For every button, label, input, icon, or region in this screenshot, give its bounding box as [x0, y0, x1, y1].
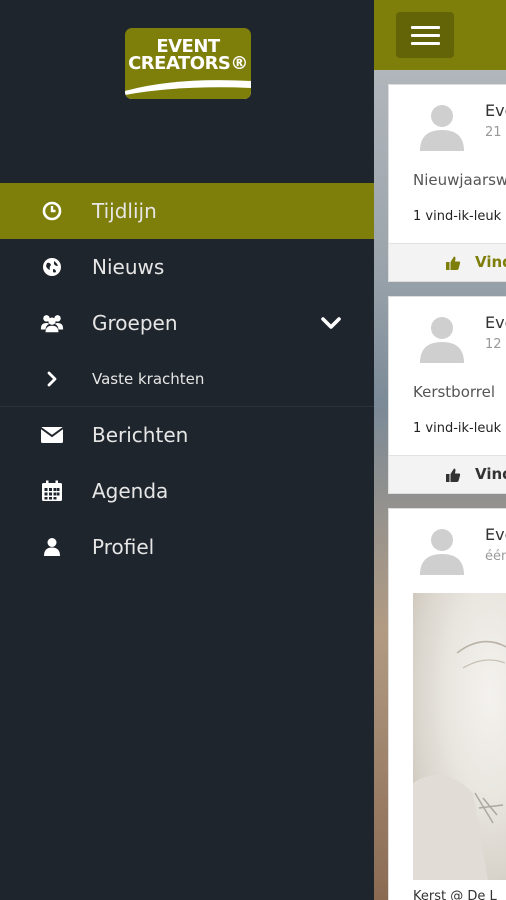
menu-item-tijdlijn[interactable]: Tijdlijn — [0, 183, 374, 239]
feed-post: Eve 21 o Nieuwjaarsw 1 vind-ik-leuk Vind — [388, 84, 506, 282]
drawer-menu: Tijdlijn Nieuws Groepen Vaste krachten B… — [0, 183, 374, 575]
menu-label-nieuws: Nieuws — [92, 255, 165, 279]
post-date: één — [485, 549, 506, 564]
post-likes-count: 1 vind-ik-leuk — [413, 421, 502, 436]
post-author[interactable]: Eve — [485, 313, 506, 332]
menu-label-tijdlijn: Tijdlijn — [92, 199, 157, 223]
post-author[interactable]: Eve — [485, 101, 506, 120]
like-button[interactable]: Vind — [475, 253, 506, 271]
post-author[interactable]: Eve — [485, 525, 506, 544]
post-photo[interactable] — [413, 593, 506, 880]
envelope-icon — [40, 423, 64, 447]
like-button[interactable]: Vind — [475, 465, 506, 483]
menu-item-nieuws[interactable]: Nieuws — [0, 239, 374, 295]
photo-detail-icon — [413, 640, 506, 880]
thumbs-up-icon — [446, 256, 461, 270]
menu-label-profiel: Profiel — [92, 535, 155, 559]
menu-label-berichten: Berichten — [92, 423, 189, 447]
clock-icon — [40, 199, 64, 223]
navigation-drawer: EVENT CREATORS® Tijdlijn Nieuws Groepen … — [0, 0, 374, 900]
avatar-placeholder-icon — [420, 105, 464, 151]
top-app-bar — [374, 0, 506, 70]
submenu-item-vaste-krachten[interactable]: Vaste krachten — [0, 351, 374, 407]
menu-item-agenda[interactable]: Agenda — [0, 463, 374, 519]
avatar-placeholder-icon — [420, 529, 464, 575]
thumbs-up-icon — [446, 468, 461, 482]
group-icon — [40, 311, 64, 335]
menu-label-groepen: Groepen — [92, 311, 178, 335]
post-text: Nieuwjaarsw — [413, 171, 506, 189]
post-date: 21 o — [485, 125, 506, 140]
event-creators-logo: EVENT CREATORS® — [125, 28, 251, 99]
feed-post: Eve één Kerst @ De L — [388, 508, 506, 900]
post-action-bar: Vind — [389, 243, 506, 281]
user-icon — [40, 535, 64, 559]
menu-label-agenda: Agenda — [92, 479, 169, 503]
chevron-down-icon[interactable] — [320, 312, 342, 334]
logo-swoosh — [125, 80, 251, 99]
main-content: Eve 21 o Nieuwjaarsw 1 vind-ik-leuk Vind… — [374, 0, 506, 900]
post-action-bar: Vind — [389, 455, 506, 493]
avatar-placeholder-icon — [420, 317, 464, 363]
calendar-icon — [40, 479, 64, 503]
chevron-right-icon — [40, 367, 64, 391]
feed-post: Eve 12 d Kerstborrel 1 vind-ik-leuk Vind — [388, 296, 506, 494]
menu-item-profiel[interactable]: Profiel — [0, 519, 374, 575]
menu-label-vaste-krachten: Vaste krachten — [92, 369, 205, 388]
menu-item-berichten[interactable]: Berichten — [0, 407, 374, 463]
post-caption: Kerst @ De L — [413, 889, 497, 900]
hamburger-menu-button[interactable] — [396, 12, 454, 58]
post-text: Kerstborrel — [413, 383, 496, 401]
post-likes-count: 1 vind-ik-leuk — [413, 209, 502, 224]
menu-item-groepen[interactable]: Groepen — [0, 295, 374, 351]
globe-icon — [40, 255, 64, 279]
post-date: 12 d — [485, 337, 506, 352]
